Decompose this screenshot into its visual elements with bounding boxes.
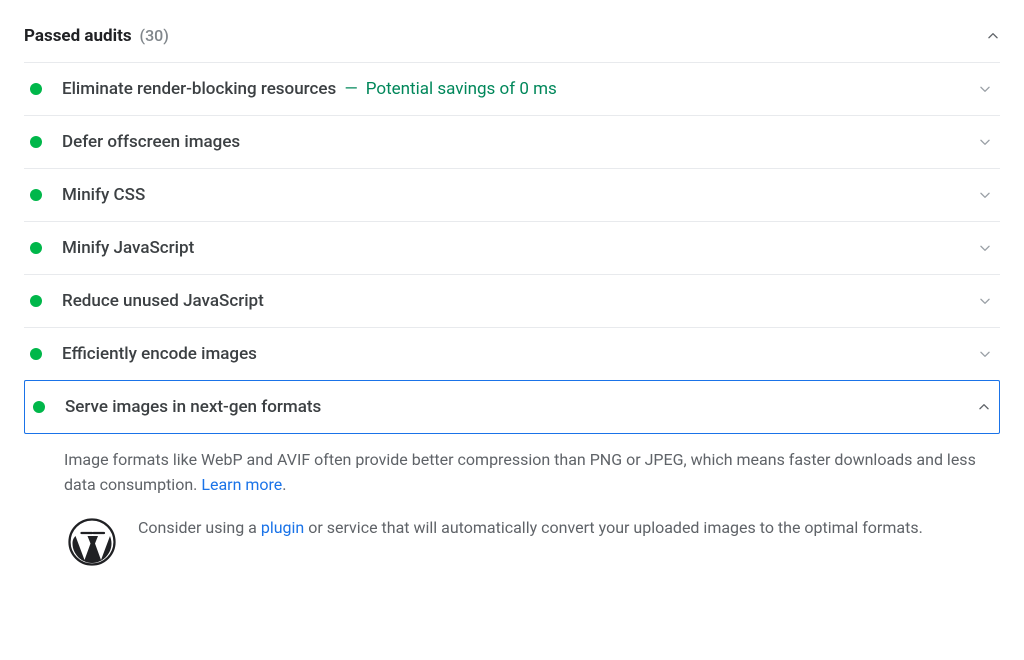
audit-title: Defer offscreen images: [62, 132, 978, 152]
audit-row-eliminate-render-blocking[interactable]: Eliminate render-blocking resources — Pot…: [24, 63, 1000, 116]
audit-title: Minify CSS: [62, 185, 978, 205]
learn-more-link[interactable]: Learn more: [201, 475, 282, 494]
audit-row-serve-images-next-gen[interactable]: Serve images in next-gen formats: [24, 380, 1000, 434]
audit-detail: Image formats like WebP and AVIF often p…: [24, 434, 1000, 574]
audit-title: Minify JavaScript: [62, 238, 978, 258]
wordpress-tip: Consider using a plugin or service that …: [64, 516, 992, 566]
chevron-down-icon: [978, 294, 992, 308]
status-pass-icon: [30, 136, 42, 148]
header-left: Passed audits (30): [24, 26, 169, 46]
audit-description-post: .: [282, 475, 286, 494]
status-pass-icon: [30, 295, 42, 307]
audit-row-minify-css[interactable]: Minify CSS: [24, 169, 1000, 222]
status-pass-icon: [30, 348, 42, 360]
chevron-up-icon: [986, 29, 1000, 43]
audit-title: Serve images in next-gen formats: [65, 397, 977, 417]
passed-audits-count: (30): [140, 26, 169, 45]
wp-tip-pre: Consider using a: [138, 518, 261, 537]
savings-separator: —: [344, 79, 357, 99]
plugin-link[interactable]: plugin: [261, 518, 304, 537]
audit-title: Efficiently encode images: [62, 344, 978, 364]
passed-audits-header[interactable]: Passed audits (30): [24, 20, 1000, 63]
audit-description: Image formats like WebP and AVIF often p…: [64, 448, 992, 498]
audit-list: Eliminate render-blocking resources — Pot…: [24, 63, 1000, 434]
wp-tip-post: or service that will automatically conve…: [304, 518, 923, 537]
audit-title-text: Eliminate render-blocking resources: [62, 79, 336, 99]
audit-title: Eliminate render-blocking resources — Pot…: [62, 79, 978, 99]
chevron-down-icon: [978, 241, 992, 255]
status-pass-icon: [30, 83, 42, 95]
status-pass-icon: [33, 401, 45, 413]
passed-audits-title: Passed audits: [24, 26, 132, 46]
chevron-down-icon: [978, 188, 992, 202]
wordpress-icon: [68, 518, 116, 566]
chevron-down-icon: [978, 135, 992, 149]
chevron-down-icon: [978, 347, 992, 361]
audit-savings: Potential savings of 0 ms: [366, 79, 557, 99]
audit-title: Reduce unused JavaScript: [62, 291, 978, 311]
audit-row-reduce-unused-javascript[interactable]: Reduce unused JavaScript: [24, 275, 1000, 328]
audit-row-efficiently-encode-images[interactable]: Efficiently encode images: [24, 328, 1000, 381]
chevron-down-icon: [978, 82, 992, 96]
audit-row-defer-offscreen-images[interactable]: Defer offscreen images: [24, 116, 1000, 169]
audit-row-minify-javascript[interactable]: Minify JavaScript: [24, 222, 1000, 275]
status-pass-icon: [30, 189, 42, 201]
wordpress-tip-text: Consider using a plugin or service that …: [138, 516, 992, 541]
chevron-up-icon: [977, 400, 991, 414]
status-pass-icon: [30, 242, 42, 254]
